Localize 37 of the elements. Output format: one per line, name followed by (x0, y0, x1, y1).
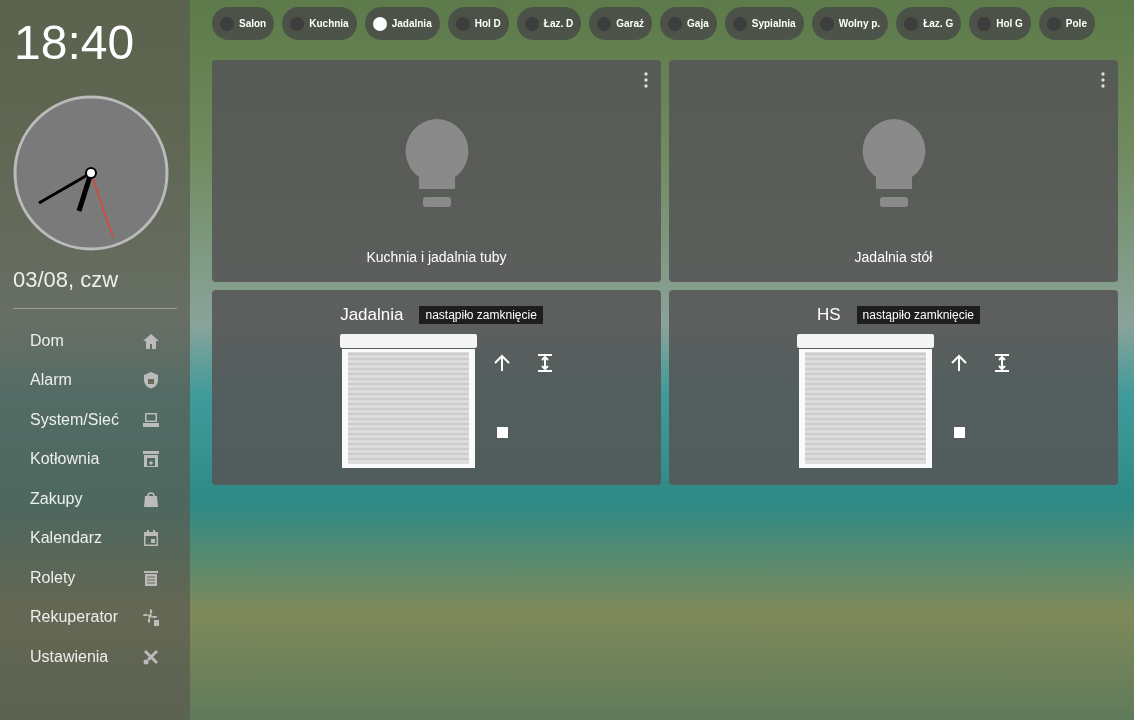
room-chip[interactable]: Wolny p. (811, 7, 889, 40)
more-icon[interactable] (644, 72, 648, 88)
room-chip[interactable]: Hol D (447, 7, 509, 40)
menu-item[interactable]: Kalendarz (13, 518, 177, 558)
room-chip[interactable]: Gaja (660, 7, 717, 40)
room-chip[interactable]: Kuchnia (282, 7, 357, 40)
room-chip[interactable]: Łaz. D (516, 7, 582, 40)
clock-time: 18:40 (14, 19, 136, 67)
date-text: 03/08, czw (13, 267, 120, 293)
room-chip[interactable]: Sypialnia (724, 7, 804, 40)
room-chip[interactable]: Łaz. G (896, 7, 962, 40)
fireplace-icon (141, 449, 161, 470)
fan-icon (141, 607, 161, 628)
menu-item[interactable]: Kotłownia (13, 439, 177, 479)
room-chip[interactable]: Salon (212, 7, 275, 40)
shield-icon (141, 370, 161, 391)
menu-item[interactable]: Dom (13, 321, 177, 361)
menu-item[interactable]: Alarm (13, 360, 177, 400)
room-chip[interactable]: Hol G (969, 7, 1031, 40)
status-label: nastąpiło zamknięcie (419, 306, 543, 324)
menu-item[interactable]: Rekuperator (13, 597, 177, 637)
status-label: nastąpiło zamknięcie (856, 306, 980, 324)
light-name: Jadalnia stół (854, 249, 933, 265)
calendar-icon (141, 528, 161, 549)
room-chip[interactable]: Jadalnia (364, 7, 440, 40)
light-card[interactable]: Kuchnia i jadalnia tuby (212, 60, 661, 282)
cover-name: Jadalnia (340, 305, 404, 325)
room-chip[interactable]: Garaż (589, 7, 653, 40)
light-name: Kuchnia i jadalnia tuby (366, 249, 507, 265)
more-icon[interactable] (1101, 72, 1105, 88)
menu-item[interactable]: Zakupy (13, 479, 177, 519)
room-chip[interactable]: Pole (1038, 7, 1095, 40)
cover-name: HS (817, 305, 841, 325)
menu-item[interactable]: Ustawienia (13, 637, 177, 677)
menu-item[interactable]: System/Sieć (13, 400, 177, 440)
light-card[interactable]: Jadalnia stół (669, 60, 1118, 282)
menu-item[interactable]: Rolety (13, 558, 177, 598)
